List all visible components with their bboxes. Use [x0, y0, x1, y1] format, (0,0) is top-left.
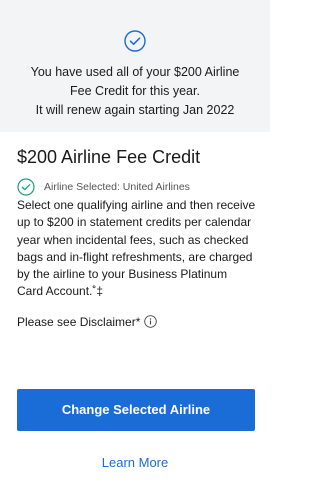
learn-more-link[interactable]: Learn More: [0, 455, 270, 470]
selected-airline-text: Airline Selected: United Airlines: [44, 181, 190, 193]
status-banner: You have used all of your $200 Airline F…: [0, 0, 270, 132]
banner-line-3: It will renew again starting Jan 2022: [35, 103, 235, 117]
banner-line-2: Fee Credit for this year.: [70, 84, 200, 98]
airline-fee-credit-page: You have used all of your $200 Airline F…: [0, 0, 270, 500]
disclaimer-text: Please see Disclaimer*: [17, 314, 141, 329]
benefit-title: $200 Airline Fee Credit: [17, 147, 201, 167]
banner-line-1: You have used all of your $200 Airline: [30, 65, 240, 79]
check-circle-icon: [17, 178, 35, 196]
benefit-details: $200 Airline Fee Credit Airline Selected…: [17, 145, 256, 331]
disclaimer-row: Please see Disclaimer*: [17, 313, 256, 331]
info-icon[interactable]: [144, 315, 158, 329]
change-selected-airline-button[interactable]: Change Selected Airline: [17, 389, 255, 431]
banner-message: You have used all of your $200 Airline F…: [10, 63, 260, 120]
selected-airline-row: Airline Selected: United Airlines: [17, 177, 256, 197]
check-circle-icon: [124, 30, 146, 52]
benefit-description: Select one qualifying airline and then r…: [17, 198, 256, 299]
